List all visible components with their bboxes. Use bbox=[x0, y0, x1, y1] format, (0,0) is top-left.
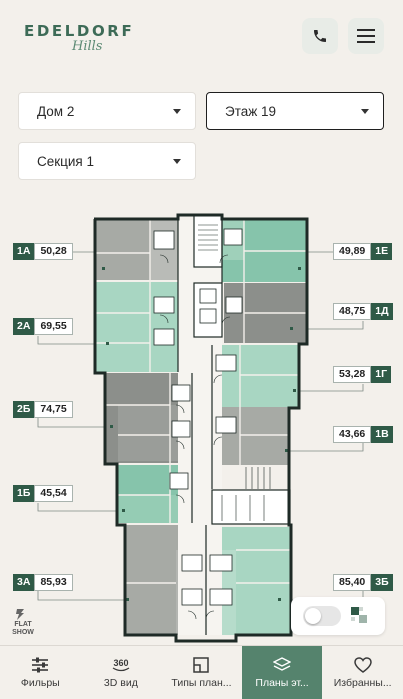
chevron-down-icon bbox=[361, 108, 369, 114]
bottom-nav: Фильры 360 3D вид Типы план... Планы эт.… bbox=[0, 645, 403, 699]
section-select[interactable]: Секция 1 bbox=[18, 142, 196, 180]
hamburger-menu-icon bbox=[357, 29, 375, 43]
floor-select[interactable]: Этаж 19 bbox=[206, 92, 384, 130]
nav-3d-view[interactable]: 360 3D вид bbox=[81, 646, 162, 699]
nav-filters[interactable]: Фильры bbox=[0, 646, 81, 699]
apt-tag-1B[interactable]: 1Б 45,54 bbox=[13, 485, 73, 502]
brand-name: EDELDORF bbox=[24, 22, 135, 40]
apt-tag-3A[interactable]: 3А 85,93 bbox=[13, 574, 73, 591]
apt-area: 43,66 bbox=[333, 426, 372, 443]
flatshow-line2: SHOW bbox=[12, 629, 34, 636]
floor-select-value: Этаж 19 bbox=[225, 103, 277, 119]
floorplan-icon bbox=[193, 656, 210, 673]
apt-code: 2Б bbox=[13, 401, 35, 418]
phone-button[interactable] bbox=[302, 18, 338, 54]
apt-area: 74,75 bbox=[34, 401, 73, 418]
apt-code: 1Б bbox=[13, 485, 35, 502]
apt-area: 50,28 bbox=[34, 243, 73, 260]
apt-area: 48,75 bbox=[333, 303, 372, 320]
toggle-knob bbox=[305, 608, 321, 624]
apt-tag-1D[interactable]: 48,75 1Д bbox=[333, 303, 393, 320]
section-select-value: Секция 1 bbox=[37, 153, 95, 169]
nav-label: Типы план... bbox=[171, 676, 232, 689]
apt-code: 3А bbox=[13, 574, 35, 591]
nav-label: Планы эт... bbox=[255, 676, 309, 689]
apt-tag-2B[interactable]: 2Б 74,75 bbox=[13, 401, 73, 418]
apt-area: 85,40 bbox=[333, 574, 372, 591]
svg-text:360: 360 bbox=[113, 658, 128, 668]
chevron-down-icon bbox=[173, 158, 181, 164]
apt-tag-2A[interactable]: 2А 69,55 bbox=[13, 318, 73, 335]
apt-code: 1Г bbox=[371, 366, 392, 383]
apt-area: 85,93 bbox=[34, 574, 73, 591]
apt-code: 1Д bbox=[371, 303, 393, 320]
chevron-down-icon bbox=[173, 108, 181, 114]
apt-area: 45,54 bbox=[34, 485, 73, 502]
apt-code: 2А bbox=[13, 318, 35, 335]
apt-1A[interactable] bbox=[96, 220, 150, 280]
brand-logo[interactable]: EDELDORF Hills bbox=[24, 22, 134, 62]
flatshow-logo-icon bbox=[16, 609, 24, 620]
apt-tag-1A[interactable]: 1А 50,28 bbox=[13, 243, 73, 260]
plan-3d-icon[interactable] bbox=[349, 605, 371, 627]
apt-area: 49,89 bbox=[333, 243, 372, 260]
layers-icon bbox=[273, 656, 292, 671]
apt-code: 3Б bbox=[371, 574, 393, 591]
phone-icon bbox=[314, 30, 326, 42]
house-select[interactable]: Дом 2 bbox=[18, 92, 196, 130]
view-toggle-panel bbox=[291, 597, 385, 635]
nav-floor-plans[interactable]: Планы эт... bbox=[241, 646, 323, 699]
360-icon: 360 bbox=[112, 658, 130, 671]
heart-icon bbox=[353, 656, 372, 673]
flatshow-line1: FLAT bbox=[14, 621, 32, 628]
view-toggle-switch[interactable] bbox=[303, 606, 341, 626]
apt-tag-1E[interactable]: 49,89 1Е bbox=[333, 243, 393, 260]
apt-area: 69,55 bbox=[34, 318, 73, 335]
apt-code: 1Е bbox=[371, 243, 393, 260]
floor-plan: 1А 50,28 2А 69,55 2Б 74,75 1Б 45,54 3А 8… bbox=[0, 205, 403, 645]
apt-tag-1V[interactable]: 43,66 1В bbox=[333, 426, 393, 443]
nav-label: Избранны... bbox=[333, 676, 392, 689]
sliders-icon bbox=[32, 657, 49, 672]
apt-tag-3B[interactable]: 85,40 3Б bbox=[333, 574, 393, 591]
apt-area: 53,28 bbox=[333, 366, 372, 383]
nav-plan-types[interactable]: Типы план... bbox=[161, 646, 242, 699]
menu-button[interactable] bbox=[348, 18, 384, 54]
nav-label: 3D вид bbox=[103, 676, 138, 689]
apt-1G[interactable] bbox=[212, 345, 298, 407]
nav-favorites[interactable]: Избранны... bbox=[322, 646, 403, 699]
apt-tag-1G[interactable]: 53,28 1Г bbox=[333, 366, 392, 383]
apt-code: 1А bbox=[13, 243, 35, 260]
brand-script: Hills bbox=[72, 39, 103, 54]
apt-1V[interactable] bbox=[212, 407, 288, 465]
apt-code: 1В bbox=[371, 426, 393, 443]
flatshow-badge: FLAT SHOW bbox=[8, 607, 38, 637]
house-select-value: Дом 2 bbox=[37, 103, 75, 119]
apt-2A[interactable] bbox=[96, 282, 178, 372]
nav-label: Фильры bbox=[20, 676, 60, 689]
